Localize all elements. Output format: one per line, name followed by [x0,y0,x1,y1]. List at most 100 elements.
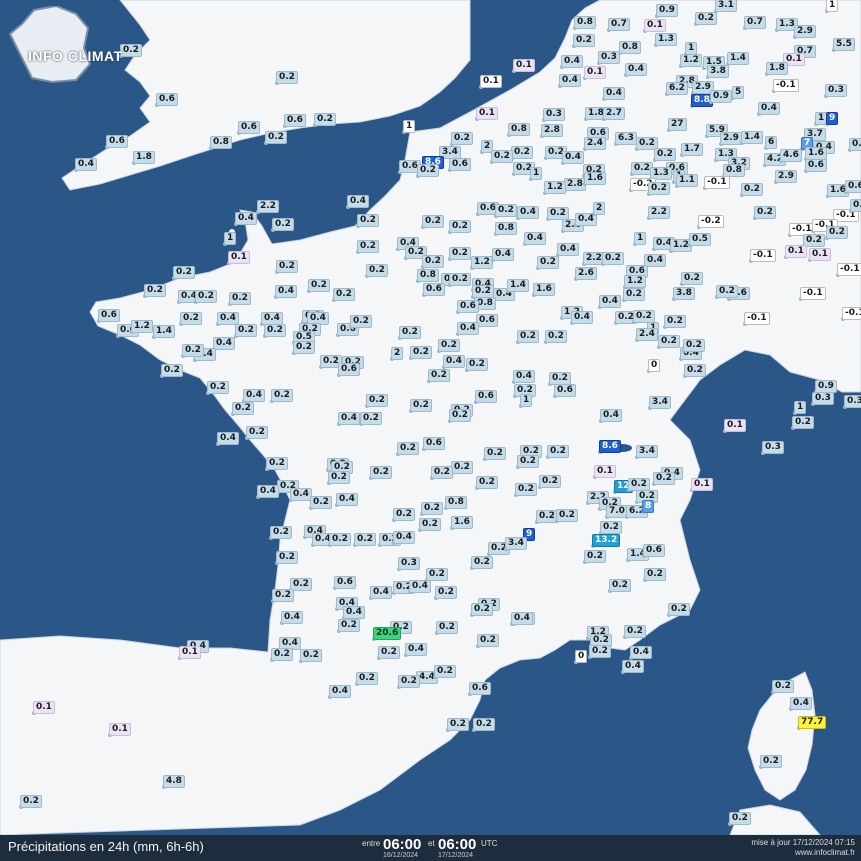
station-value[interactable]: 0.2 [573,34,595,47]
station-value[interactable]: 0.2 [397,442,419,455]
station-value[interactable]: 0.4 [257,485,279,498]
station-value[interactable]: 0.4 [511,612,533,625]
station-value[interactable]: 0.2 [393,508,415,521]
station-value[interactable]: 0.2 [421,502,443,515]
station-value[interactable]: 27 [668,118,687,131]
station-value[interactable]: 0.2 [658,335,680,348]
station-value[interactable]: 0.9 [656,4,678,17]
station-value[interactable]: 0.3 [398,557,420,570]
station-value[interactable]: 0 [575,650,588,663]
station-value[interactable]: -0.1 [842,307,861,320]
station-value[interactable]: 0.1 [809,248,831,261]
station-value[interactable]: 0.2 [471,603,493,616]
station-value[interactable]: 0.8 [445,496,467,509]
station-value[interactable]: 0.4 [405,643,427,656]
station-value[interactable]: 0.2 [609,579,631,592]
station-value[interactable]: 0.2 [668,603,690,616]
station-value[interactable]: 0.2 [760,755,782,768]
station-value[interactable]: 0.2 [449,273,471,286]
station-value[interactable]: 0.4 [343,606,365,619]
station-value[interactable]: 0.2 [449,220,471,233]
station-value[interactable]: 0.2 [683,339,705,352]
station-value[interactable]: -0.1 [750,249,776,262]
station-value[interactable]: 0.1 [594,465,616,478]
station-value[interactable]: 0.2 [333,288,355,301]
station-value[interactable]: 0.4 [599,295,621,308]
station-value[interactable]: 0.2 [195,290,217,303]
station-value[interactable]: 0.4 [443,355,465,368]
station-value[interactable]: 0.2 [180,312,202,325]
station-value[interactable]: 3.8 [707,65,729,78]
station-value[interactable]: 0.4 [603,87,625,100]
station-value[interactable]: 0.4 [409,580,431,593]
station-value[interactable]: 0.2 [729,812,751,825]
station-value[interactable]: 1.4 [727,52,749,65]
station-value[interactable]: 0.2 [431,466,453,479]
station-value[interactable]: 1.1 [676,174,698,187]
station-value[interactable]: 0.2 [681,272,703,285]
station-value[interactable]: 1.8 [133,151,155,164]
station-value[interactable]: 0.2 [695,12,717,25]
station-value[interactable]: 0.2 [537,256,559,269]
station-value[interactable]: 0.2 [264,324,286,337]
station-value[interactable]: 0.4 [275,285,297,298]
station-value[interactable]: 1.2 [471,256,493,269]
station-value[interactable]: 0.3 [844,395,861,408]
station-value[interactable]: 0.4 [75,158,97,171]
station-value[interactable]: 0.2 [644,568,666,581]
station-value[interactable]: 0.2 [648,182,670,195]
station-value[interactable]: 0.2 [417,164,439,177]
station-value[interactable]: 5.5 [833,38,855,51]
station-value[interactable]: 0.2 [684,364,706,377]
station-value[interactable]: 1 [794,401,807,414]
station-value[interactable]: 8 [642,500,655,513]
station-value[interactable]: 0.3 [543,108,565,121]
station-value[interactable]: 0.6 [334,576,356,589]
station-value[interactable]: 0.6 [475,390,497,403]
station-value[interactable]: -0.1 [800,287,826,300]
station-value[interactable]: 0.2 [398,675,420,688]
station-value[interactable]: 2.2 [257,200,279,213]
station-value[interactable]: 0.2 [20,795,42,808]
station-value[interactable]: 2.2 [648,206,670,219]
station-value[interactable]: 0.1 [109,723,131,736]
station-value[interactable]: 0.4 [600,409,622,422]
station-value[interactable]: 0.2 [276,260,298,273]
station-value[interactable]: 1.4 [741,131,763,144]
station-value[interactable]: 0.4 [347,195,369,208]
station-value[interactable]: 0.2 [265,131,287,144]
station-value[interactable]: 0.5 [689,233,711,246]
station-value[interactable]: 0.2 [276,71,298,84]
station-value[interactable]: 0.1 [513,59,535,72]
station-value[interactable]: -0.1 [744,312,770,325]
station-value[interactable]: 13.2 [592,534,621,547]
station-value[interactable]: 0.4 [561,55,583,68]
station-value[interactable]: 1.6 [451,516,473,529]
station-value[interactable]: 0.2 [515,483,537,496]
station-value[interactable]: 0.4 [243,389,265,402]
station-value[interactable]: 0.2 [517,455,539,468]
station-value[interactable]: 0.4 [213,337,235,350]
station-value[interactable]: 3.4 [505,537,527,550]
station-value[interactable]: 0.2 [329,533,351,546]
station-value[interactable]: 3.4 [636,445,658,458]
station-value[interactable]: 0.2 [435,586,457,599]
station-value[interactable]: 0.2 [300,649,322,662]
station-value[interactable]: 0.6 [284,114,306,127]
station-value[interactable]: 0.8 [210,136,232,149]
station-value[interactable]: 0.2 [357,240,379,253]
station-value[interactable]: 0.6 [156,93,178,106]
station-value[interactable]: 2 [391,347,404,360]
station-value[interactable]: 0.4 [290,488,312,501]
station-value[interactable]: 0.2 [653,472,675,485]
station-value[interactable]: 0.2 [229,292,251,305]
station-value[interactable]: 1.6 [533,283,555,296]
station-value[interactable]: 0.2 [182,344,204,357]
station-value[interactable]: 0.4 [630,646,652,659]
station-value[interactable]: 4.8 [163,775,185,788]
station-value[interactable]: 0.4 [625,63,647,76]
station-value[interactable]: 0.2 [602,252,624,265]
station-value[interactable]: 0.2 [716,285,738,298]
station-value[interactable]: 0.1 [476,107,498,120]
station-value[interactable]: 0.4 [393,531,415,544]
